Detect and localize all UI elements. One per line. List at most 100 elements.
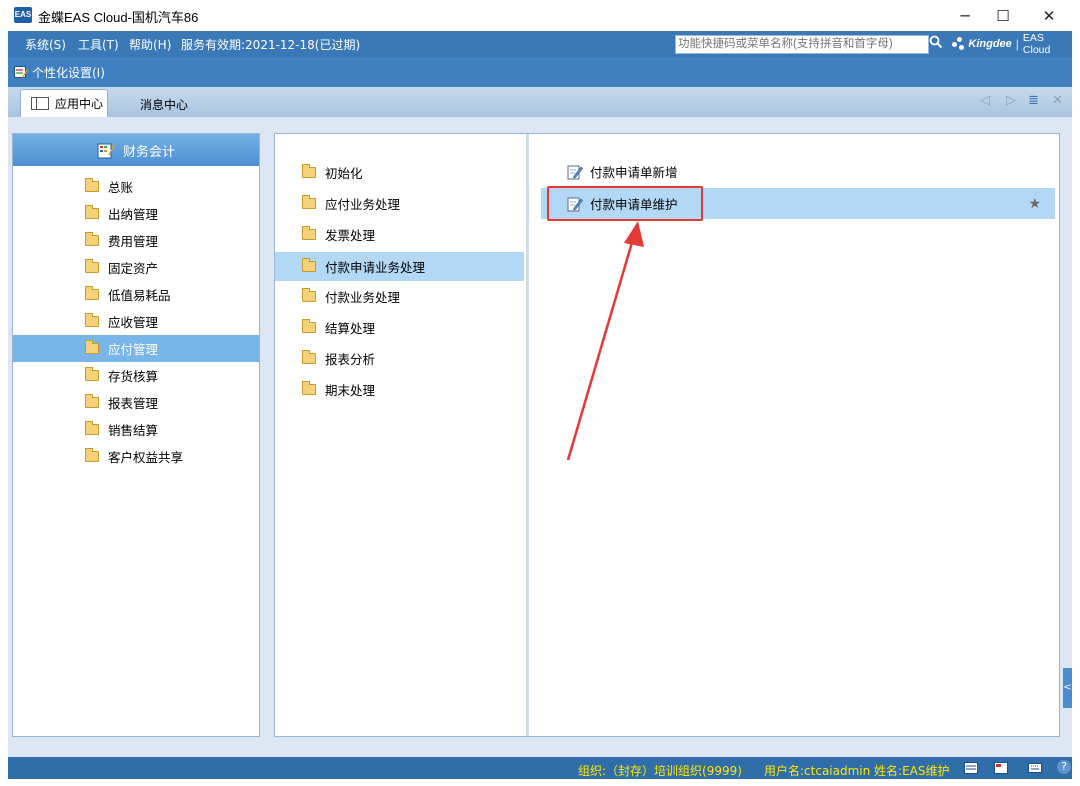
module-item-cashier[interactable]: 出纳管理 bbox=[13, 200, 259, 227]
folder-icon bbox=[302, 258, 316, 272]
module-item-low-value[interactable]: 低值易耗品 bbox=[13, 281, 259, 308]
function-search-input[interactable] bbox=[675, 35, 929, 54]
module-item-receivables[interactable]: 应收管理 bbox=[13, 308, 259, 335]
personalize-settings-button[interactable]: 个性化设置(I) bbox=[32, 64, 105, 81]
category-item-report-analysis[interactable]: 报表分析 bbox=[275, 345, 526, 372]
folder-icon bbox=[85, 313, 99, 327]
menu-help[interactable]: 帮助(H) bbox=[129, 36, 171, 53]
status-bar: 组织:（封存）培训组织(9999) 用户名:ctcaiadmin 姓名:EAS维… bbox=[8, 757, 1072, 779]
folder-icon bbox=[85, 394, 99, 408]
module-item-label: 报表管理 bbox=[108, 396, 159, 411]
personalize-icon[interactable] bbox=[14, 65, 28, 79]
category-item-label: 应付业务处理 bbox=[325, 197, 401, 212]
category-item-period-end[interactable]: 期末处理 bbox=[275, 376, 526, 403]
module-header-finance[interactable]: 财务会计 bbox=[13, 134, 259, 166]
menu-bar: 系统(S) 工具(T) 帮助(H) 服务有效期:2021-12-18(已过期) … bbox=[8, 31, 1072, 57]
close-button[interactable]: ✕ bbox=[1026, 0, 1072, 31]
module-header-label: 财务会计 bbox=[122, 144, 175, 160]
category-item-label: 期末处理 bbox=[325, 383, 376, 398]
window-title: 金蝶EAS Cloud-国机汽车86 bbox=[38, 10, 199, 25]
app-center-content: 财务会计 总账 出纳管理 费用管理 固定资产 低值易耗品 应收管理 应付管理 存… bbox=[8, 117, 1072, 757]
tab-app-center[interactable]: 应用中心 bbox=[20, 89, 108, 117]
kingdee-logo-icon bbox=[952, 37, 965, 51]
function-item-label: 付款申请单新增 bbox=[590, 165, 678, 180]
module-item-label: 销售结算 bbox=[108, 423, 159, 438]
help-icon[interactable]: ? bbox=[1057, 760, 1071, 774]
module-item-label: 客户权益共享 bbox=[108, 450, 184, 465]
tab-prev-icon[interactable]: ◁ bbox=[980, 93, 990, 108]
app-icon: EAS bbox=[14, 7, 32, 23]
menu-tools[interactable]: 工具(T) bbox=[78, 36, 119, 53]
app-center-icon bbox=[31, 97, 49, 110]
module-item-label: 应收管理 bbox=[108, 315, 159, 330]
module-item-label: 固定资产 bbox=[108, 261, 159, 276]
category-item-payment-request[interactable]: 付款申请业务处理 bbox=[275, 252, 524, 281]
category-item-init[interactable]: 初始化 bbox=[275, 159, 526, 186]
category-item-label: 付款申请业务处理 bbox=[325, 260, 426, 275]
tab-bar: 应用中心 消息中心 ◁ ▷ ≣ ✕ bbox=[8, 87, 1072, 117]
module-item-inventory-costing[interactable]: 存货核算 bbox=[13, 362, 259, 389]
module-item-label: 存货核算 bbox=[108, 369, 159, 384]
category-item-payables-business[interactable]: 应付业务处理 bbox=[275, 190, 526, 217]
module-item-report-management[interactable]: 报表管理 bbox=[13, 389, 259, 416]
module-item-general-ledger[interactable]: 总账 bbox=[13, 173, 259, 200]
category-item-label: 发票处理 bbox=[325, 228, 376, 243]
annotation-arrow bbox=[566, 221, 644, 461]
category-item-payment-business[interactable]: 付款业务处理 bbox=[275, 283, 526, 310]
status-message-icon[interactable] bbox=[994, 762, 1008, 774]
folder-icon bbox=[302, 319, 316, 333]
folder-icon bbox=[302, 164, 316, 178]
tab-app-center-label: 应用中心 bbox=[55, 97, 104, 111]
favorite-star-icon[interactable]: ★ bbox=[1028, 196, 1041, 212]
module-item-label: 费用管理 bbox=[108, 234, 159, 249]
brand-product: EAS Cloud bbox=[1022, 32, 1051, 56]
module-item-payables[interactable]: 应付管理 bbox=[13, 335, 259, 362]
folder-icon bbox=[302, 350, 316, 364]
module-item-label: 出纳管理 bbox=[108, 207, 159, 222]
folder-icon bbox=[85, 421, 99, 435]
tab-next-icon[interactable]: ▷ bbox=[1006, 93, 1016, 108]
module-item-expense[interactable]: 费用管理 bbox=[13, 227, 259, 254]
category-item-label: 结算处理 bbox=[325, 321, 376, 336]
tab-close-all-icon[interactable]: ✕ bbox=[1052, 93, 1063, 108]
folder-icon bbox=[85, 178, 99, 192]
status-keyboard-icon[interactable] bbox=[1028, 762, 1042, 774]
folder-icon bbox=[85, 259, 99, 273]
module-item-label: 总账 bbox=[108, 180, 134, 195]
module-item-sales-settlement[interactable]: 销售结算 bbox=[13, 416, 259, 443]
service-validity-text: 服务有效期:2021-12-18(已过期) bbox=[181, 38, 361, 52]
folder-icon bbox=[85, 286, 99, 300]
function-container: 初始化 应付业务处理 发票处理 付款申请业务处理 付款业务处理 结算处理 报表分… bbox=[274, 133, 1060, 737]
menu-system[interactable]: 系统(S) bbox=[25, 36, 66, 53]
search-icon[interactable] bbox=[927, 35, 945, 53]
status-org: 组织:（封存）培训组织(9999) bbox=[578, 764, 742, 778]
finance-module-icon bbox=[97, 141, 115, 159]
brand-name: Kingdee bbox=[968, 38, 1012, 50]
brand-separator: | bbox=[1015, 37, 1019, 51]
category-item-label: 报表分析 bbox=[325, 352, 376, 367]
maximize-button[interactable]: ☐ bbox=[980, 0, 1026, 31]
side-collapse-handle[interactable]: < bbox=[1063, 668, 1072, 708]
module-panel: 财务会计 总账 出纳管理 费用管理 固定资产 低值易耗品 应收管理 应付管理 存… bbox=[12, 133, 260, 737]
folder-icon bbox=[302, 195, 316, 209]
tab-message-center[interactable]: 消息中心 bbox=[140, 91, 188, 117]
module-item-label: 应付管理 bbox=[108, 342, 159, 357]
category-item-label: 初始化 bbox=[325, 166, 363, 181]
folder-icon bbox=[302, 381, 316, 395]
edit-document-icon bbox=[567, 164, 583, 180]
status-user: 用户名:ctcaiadmin 姓名:EAS维护 bbox=[764, 764, 950, 778]
folder-icon bbox=[85, 340, 99, 354]
folder-icon bbox=[302, 288, 316, 302]
category-item-settlement[interactable]: 结算处理 bbox=[275, 314, 526, 341]
tab-list-icon[interactable]: ≣ bbox=[1028, 93, 1039, 108]
folder-icon bbox=[85, 205, 99, 219]
category-panel: 初始化 应付业务处理 发票处理 付款申请业务处理 付款业务处理 结算处理 报表分… bbox=[275, 134, 529, 736]
status-list-icon[interactable] bbox=[964, 762, 978, 774]
function-item-payment-request-new[interactable]: 付款申请单新增 bbox=[529, 158, 1059, 185]
module-item-fixed-assets[interactable]: 固定资产 bbox=[13, 254, 259, 281]
module-item-label: 低值易耗品 bbox=[108, 288, 171, 303]
category-item-invoice[interactable]: 发票处理 bbox=[275, 221, 526, 248]
tab-message-center-label: 消息中心 bbox=[140, 97, 189, 112]
kingdee-logo: Kingdee | EAS Cloud bbox=[952, 32, 1072, 56]
module-item-customer-equity[interactable]: 客户权益共享 bbox=[13, 443, 259, 470]
